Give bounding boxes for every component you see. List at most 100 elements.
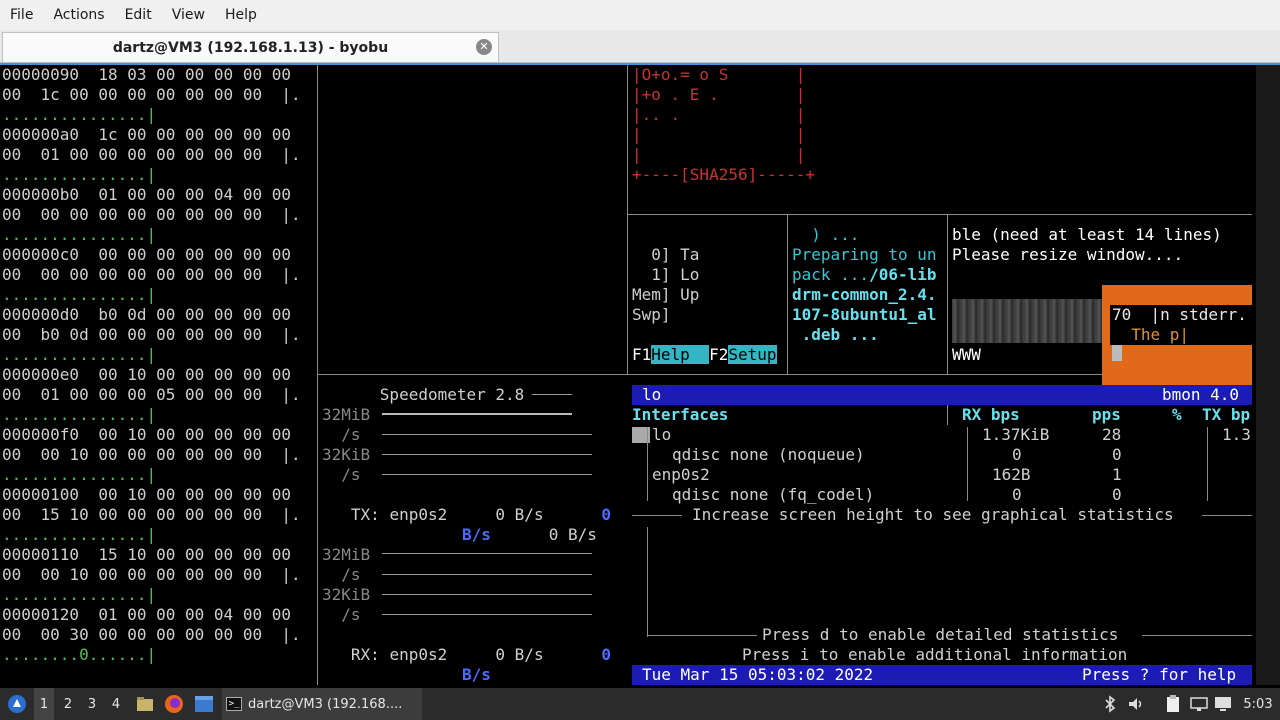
htop-help-key[interactable]: Help	[651, 345, 690, 364]
network-icon[interactable]	[1188, 688, 1210, 720]
rx-line: RX: enp0s2 0 B/s 0	[350, 645, 612, 664]
workspace-4[interactable]: 4	[106, 688, 126, 720]
stderr-line-2: The p|	[1131, 325, 1190, 344]
rx-scale-s2: /s	[341, 605, 361, 624]
rx-scale-mib: 32MiB	[322, 545, 371, 564]
firefox-icon[interactable]	[162, 688, 186, 720]
bmon-row-qdisc-enp-rx: 0	[1012, 485, 1022, 504]
htop-setup-key[interactable]: Setup	[728, 345, 777, 364]
apt-line-4: drm-common_2.4.	[792, 285, 937, 304]
ssh-randomart-line: |O+o.= o S |	[632, 65, 806, 84]
bmon-graph-baseline-right	[1142, 635, 1252, 636]
hexdump-line: 000000e0 00 10 00 00 00 00 00	[2, 365, 291, 384]
tab-title: dartz@VM3 (192.168.1.13) - byobu	[112, 39, 389, 56]
ssh-randomart-line: | |	[632, 125, 806, 144]
speedometer-title: Speedometer 2.8	[379, 385, 525, 404]
bmon-row-enp0s2-pps: 1	[1112, 465, 1122, 484]
terminal-tab[interactable]: dartz@VM3 (192.168.1.13) - byobu ✕	[2, 32, 499, 62]
bmon-rows-divider-1	[967, 427, 968, 501]
bmon-row-lo[interactable]: lo	[652, 425, 671, 445]
rx-unit-line: B/s	[462, 665, 491, 684]
hexdump-line: ...............|	[2, 225, 157, 244]
taskbar-window-button[interactable]: >_ dartz@VM3 (192.168....	[222, 688, 422, 720]
bluetooth-icon[interactable]	[1100, 688, 1120, 720]
rx-gauge-4	[382, 614, 592, 615]
hexdump-line: 000000b0 01 00 00 00 04 00 00	[2, 185, 291, 204]
stderr-line-1: 70 |n stderr.	[1112, 305, 1247, 324]
menu-edit[interactable]: Edit	[125, 7, 152, 23]
htop-cpu0: 0] Ta	[632, 245, 700, 264]
hexdump-line: 00 00 00 00 00 00 00 00 00 |.	[2, 205, 301, 224]
bmon-row-lo-pps: 28	[1102, 425, 1122, 444]
bmon-row-qdisc-enp[interactable]: qdisc none (fq_codel)	[672, 485, 874, 505]
tx-unit-line: B/s 0 B/s	[462, 525, 597, 544]
menu-file[interactable]: File	[10, 7, 33, 23]
clock[interactable]: 5:03	[1240, 688, 1276, 720]
hexdump-line: ...............|	[2, 285, 157, 304]
menubar: File Actions Edit View Help	[0, 0, 1280, 30]
taskbar-window-title: dartz@VM3 (192.168....	[248, 696, 403, 712]
bmon-msg-rule-right	[1202, 515, 1252, 516]
bmon-graph-axis	[647, 527, 648, 637]
bmon-date: Tue Mar 15 05:03:02 2022	[642, 665, 874, 684]
hexdump-line: 00000110 15 10 00 00 00 00 00	[2, 545, 291, 564]
bmon-col-rx-bps: RX bps	[962, 405, 1020, 424]
apt-line-3: pack .../06-lib	[792, 265, 937, 284]
pane-divider-ssh-bottom	[628, 214, 1252, 215]
workspace-1[interactable]: 1	[34, 688, 54, 720]
window-icon[interactable]	[192, 688, 216, 720]
apt-line-2: Preparing to un	[792, 245, 937, 264]
tx-scale-s1: /s	[341, 425, 361, 444]
hexdump-line: ...............|	[2, 465, 157, 484]
bmon-row-lo-rx: 1.37KiB	[982, 425, 1050, 444]
hexdump-line: 00 00 10 00 00 00 00 00 00 |.	[2, 445, 301, 464]
bmon-col-pps: pps	[1092, 405, 1121, 424]
clipboard-icon[interactable]	[1162, 688, 1184, 720]
hexdump-line: 000000c0 00 00 00 00 00 00 00	[2, 245, 291, 264]
volume-icon[interactable]	[1126, 688, 1146, 720]
close-icon[interactable]: ✕	[476, 39, 492, 55]
hexdump-line: ...............|	[2, 585, 157, 604]
htop-cpu1: 1] Lo	[632, 265, 700, 284]
menu-actions[interactable]: Actions	[53, 7, 104, 23]
bmon-rows-divider-2	[1207, 427, 1208, 501]
menu-view[interactable]: View	[172, 7, 205, 23]
resize-notice-1: ble (need at least 14 lines)	[952, 225, 1222, 244]
start-menu-icon[interactable]	[6, 688, 28, 720]
tx-gauge-3	[382, 454, 592, 455]
bmon-header-bar	[632, 385, 1252, 405]
tx-gauge-2	[382, 434, 592, 435]
rx-gauge-1	[382, 553, 592, 554]
hexdump-line: 00 00 00 00 00 00 00 00 00 |.	[2, 265, 301, 284]
hexdump-line: 00000100 00 10 00 00 00 00 00	[2, 485, 291, 504]
hexdump-line: 00000090 18 03 00 00 00 00 00	[2, 65, 291, 84]
bmon-row-qdisc-lo-rx: 0	[1012, 445, 1022, 464]
hexdump-line: 000000d0 b0 0d 00 00 00 00 00	[2, 305, 291, 324]
bmon-row-qdisc-enp-pps: 0	[1112, 485, 1122, 504]
speedometer-title-rule	[532, 394, 572, 395]
file-manager-icon[interactable]	[134, 688, 156, 720]
hexdump-line: 00 00 30 00 00 00 00 00 00 |.	[2, 625, 301, 644]
bmon-row-enp0s2[interactable]: enp0s2	[652, 465, 710, 485]
workspace-3[interactable]: 3	[82, 688, 102, 720]
ssh-randomart-line: +----[SHA256]-----+	[632, 165, 816, 184]
bmon-msg-rule-left	[632, 515, 682, 516]
display-icon[interactable]	[1212, 688, 1234, 720]
terminal-icon: >_	[226, 697, 242, 711]
bmon-row-lo-tx: 1.3	[1222, 425, 1251, 444]
www-label: WWW	[952, 345, 981, 364]
pane-divider-speedo-top	[318, 374, 628, 375]
terminal-view[interactable]: 00000090 18 03 00 00 00 00 00 00 1c 00 00…	[0, 65, 1280, 685]
tx-scale-kib: 32KiB	[322, 445, 371, 464]
bmon-col-tx-bps: TX bp	[1202, 405, 1251, 424]
apt-line-1: ) ...	[811, 225, 860, 244]
bmon-row-qdisc-lo[interactable]: qdisc none (noqueue)	[672, 445, 865, 465]
cursor-block	[1112, 345, 1122, 361]
menu-help[interactable]: Help	[225, 7, 257, 23]
pane-divider-htop	[787, 215, 788, 375]
hexdump-line: 00 01 00 00 00 00 00 00 00 |.	[2, 145, 301, 164]
bmon-help-hint: Press ? for help	[1082, 665, 1237, 684]
rx-gauge-2	[382, 574, 592, 575]
terminal-scrollbar[interactable]	[1256, 65, 1280, 685]
workspace-2[interactable]: 2	[58, 688, 78, 720]
